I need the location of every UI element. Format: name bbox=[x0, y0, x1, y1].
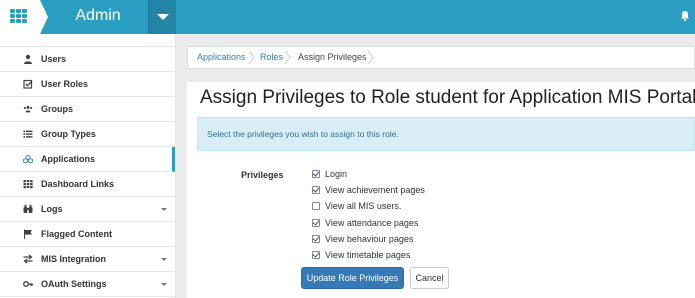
sidebar-item-label: Dashboard Links bbox=[41, 179, 115, 189]
sidebar-item-mis-integration[interactable]: MIS Integration bbox=[0, 247, 175, 272]
page-title: Assign Privileges to Role student for Ap… bbox=[200, 87, 695, 108]
top-bar: Admin bbox=[0, 0, 695, 34]
checkbox[interactable] bbox=[312, 186, 320, 194]
breadcrumb-assign-privileges: Assign Privileges bbox=[298, 52, 367, 62]
sidebar-item-label: Groups bbox=[41, 104, 74, 114]
sidebar-item-label: Group Types bbox=[41, 129, 96, 139]
info-alert: Select the privileges you wish to assign… bbox=[197, 117, 695, 151]
sidebar-item-groups[interactable]: Groups bbox=[0, 97, 175, 122]
privilege-label: View attendance pages bbox=[325, 218, 419, 228]
content-panel: Assign Privileges to Role student for Ap… bbox=[187, 82, 695, 298]
chevron-down-icon bbox=[157, 14, 169, 20]
apps-menu-button[interactable] bbox=[0, 0, 40, 34]
sidebar-item-user-roles[interactable]: User Roles bbox=[0, 72, 175, 97]
cancel-button[interactable]: Cancel bbox=[410, 267, 449, 289]
sidebar-item-flagged-content[interactable]: Flagged Content bbox=[0, 222, 175, 247]
breadcrumb: Applications Roles Assign Privileges bbox=[187, 46, 695, 69]
main-content: Applications Roles Assign Privileges Ass… bbox=[176, 34, 695, 298]
grid-icon bbox=[23, 180, 33, 189]
sidebar-item-label: Users bbox=[41, 54, 67, 64]
privilege-label: View behaviour pages bbox=[325, 234, 414, 244]
flag-icon bbox=[24, 229, 32, 239]
chevron-down-icon bbox=[161, 283, 167, 286]
sidebar-item-dashboard-links[interactable]: Dashboard Links bbox=[0, 172, 175, 197]
brand-arrow bbox=[40, 0, 48, 34]
checkbox[interactable] bbox=[312, 202, 320, 210]
app-title: Admin bbox=[75, 7, 121, 24]
sidebar-item-label: Logs bbox=[41, 204, 63, 214]
checkbox[interactable] bbox=[312, 219, 320, 227]
checkbox[interactable] bbox=[312, 170, 320, 178]
chevron-right-icon bbox=[367, 51, 374, 64]
privilege-label: Login bbox=[325, 169, 348, 179]
privileges-label: Privileges bbox=[241, 170, 284, 180]
sidebar-top bbox=[0, 34, 175, 47]
breadcrumb-roles[interactable]: Roles bbox=[260, 47, 283, 68]
privilege-label: View timetable pages bbox=[325, 250, 411, 260]
sidebar-item-applications[interactable]: Applications bbox=[0, 147, 175, 172]
sidebar-item-label: MIS Integration bbox=[41, 254, 106, 264]
grid-icon bbox=[10, 9, 27, 24]
update-role-privileges-button[interactable]: Update Role Privileges bbox=[301, 267, 404, 289]
sidebar-item-oauth-settings[interactable]: OAuth Settings bbox=[0, 272, 175, 297]
sidebar-item-label: Applications bbox=[41, 154, 96, 164]
breadcrumb-applications[interactable]: Applications bbox=[197, 47, 246, 68]
chevron-right-icon bbox=[284, 51, 291, 64]
cubes-icon bbox=[23, 154, 33, 164]
chevron-down-icon bbox=[161, 258, 167, 261]
privilege-label: View all MIS users. bbox=[325, 201, 402, 211]
sidebar-item-label: Flagged Content bbox=[41, 229, 112, 239]
sidebar-item-label: User Roles bbox=[41, 79, 89, 89]
checkbox-icon bbox=[23, 79, 33, 89]
key-icon bbox=[23, 281, 33, 287]
sidebar: Users User Roles Groups Group Types Appl… bbox=[0, 34, 176, 298]
binoculars-icon bbox=[23, 204, 33, 213]
app-switcher-dropdown[interactable] bbox=[148, 0, 176, 34]
exchange-icon bbox=[23, 254, 33, 264]
checkbox[interactable] bbox=[312, 235, 320, 243]
privilege-label: View achievement pages bbox=[325, 185, 425, 195]
chevron-right-icon bbox=[248, 51, 255, 64]
chevron-down-icon bbox=[161, 208, 167, 211]
sidebar-item-users[interactable]: Users bbox=[0, 47, 175, 72]
list-icon bbox=[23, 130, 33, 138]
user-icon bbox=[24, 54, 32, 64]
checkbox[interactable] bbox=[312, 251, 320, 259]
bell-icon[interactable] bbox=[679, 10, 691, 22]
sidebar-item-label: OAuth Settings bbox=[41, 279, 107, 289]
sidebar-item-group-types[interactable]: Group Types bbox=[0, 122, 175, 147]
users-icon bbox=[23, 105, 33, 113]
sidebar-item-logs[interactable]: Logs bbox=[0, 197, 175, 222]
